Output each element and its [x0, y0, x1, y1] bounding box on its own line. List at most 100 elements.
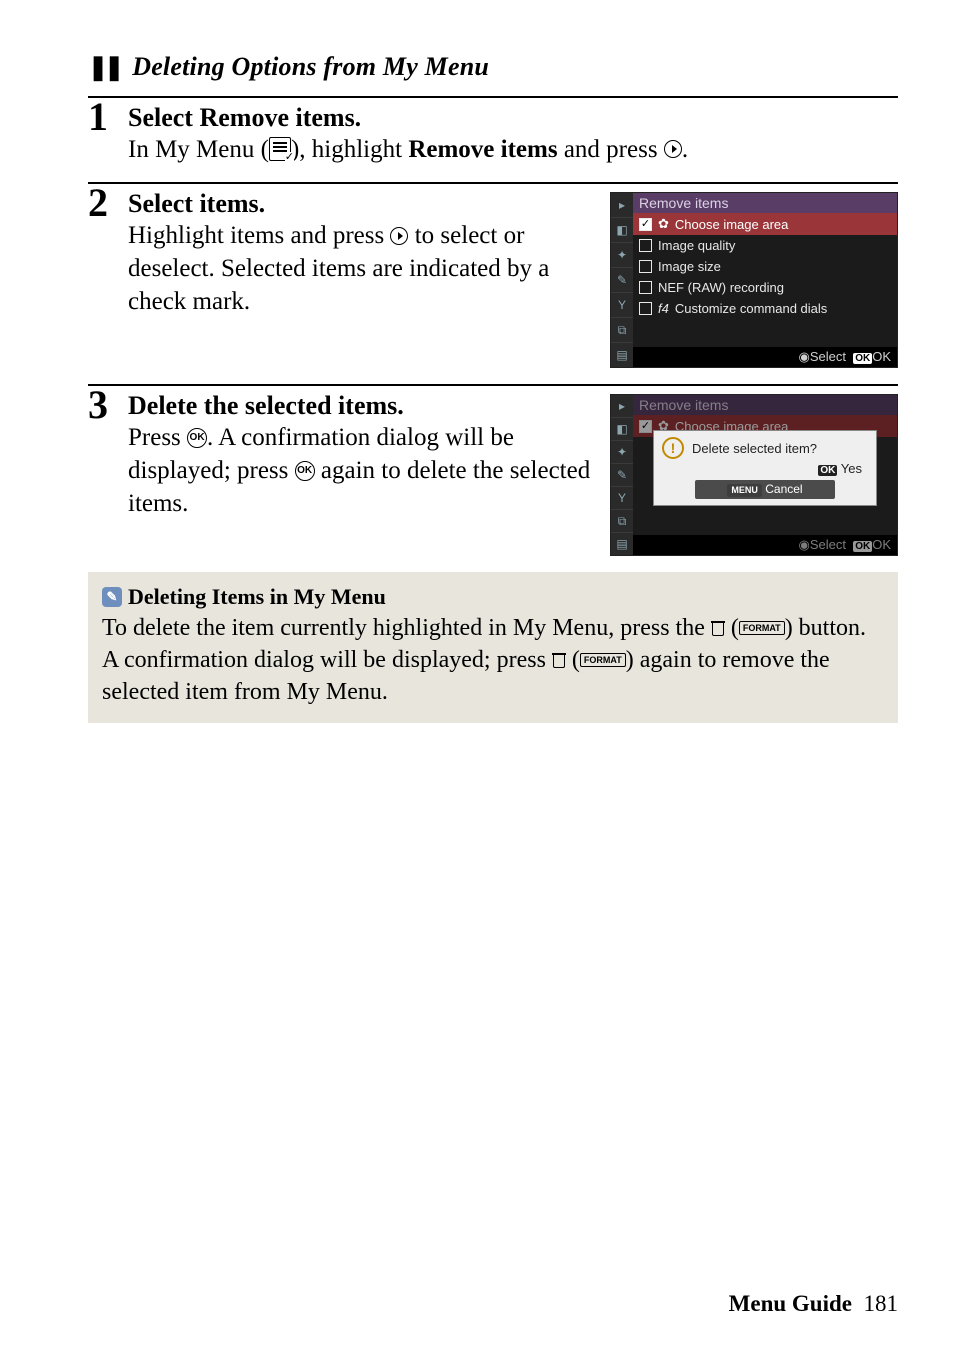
tab-icon: ✎ — [611, 268, 633, 293]
cam-menu-footer: ◉Select OKOK — [633, 535, 897, 555]
tab-icon: Y — [611, 293, 633, 318]
selector-ring-icon: ◉ — [798, 349, 809, 365]
right-selector-icon — [390, 227, 408, 245]
right-selector-icon — [664, 140, 682, 158]
camera-tab-strip: ▸ ◧ ✦ ✎ Y ⧉ ▤ — [611, 193, 633, 367]
step-2-body-p1: Highlight items and press — [128, 222, 390, 249]
confirm-dialog: ! Delete selected item? OK Yes MENU Canc… — [653, 430, 877, 506]
dialog-cancel-button: MENU Cancel — [695, 480, 835, 499]
tab-icon: ✎ — [611, 464, 633, 487]
step-3-number: 3 — [88, 386, 114, 552]
checkbox-checked-icon: ✓ — [639, 218, 652, 231]
trash-icon — [711, 620, 725, 636]
tab-icon: ◧ — [611, 218, 633, 243]
page-footer: Menu Guide 181 — [729, 1291, 898, 1317]
step-2-title: Select items. — [128, 188, 592, 219]
ok-badge-icon: OK — [818, 465, 837, 476]
dialog-yes-row: OK Yes — [662, 461, 868, 476]
cam-item: f4 Customize command dials — [633, 298, 897, 319]
tab-icon: ▤ — [611, 343, 633, 367]
tab-icon: ◧ — [611, 418, 633, 441]
bullet-icon: ❚❚ — [88, 53, 120, 82]
step-1-body-bold: Remove items — [408, 136, 557, 163]
footer-select-label: Select — [810, 349, 846, 364]
ok-button-icon: OK — [295, 461, 315, 481]
tab-icon: ✦ — [611, 441, 633, 464]
checkbox-empty-icon — [639, 281, 652, 294]
note-title: ✎ Deleting Items in My Menu — [102, 582, 884, 611]
checkbox-empty-icon — [639, 302, 652, 315]
footer-page-number: 181 — [864, 1291, 899, 1316]
cam-menu-header: Remove items — [633, 395, 897, 415]
step-1-body-p2: ), highlight — [291, 136, 408, 163]
step-1-title: Select Remove items. — [128, 102, 898, 133]
section-title: ❚❚ Deleting Options from My Menu — [88, 52, 898, 82]
step-3-body-p1: Press — [128, 424, 187, 451]
ok-badge-icon: OK — [853, 541, 872, 552]
step-1-title-bold: Remove items. — [199, 103, 361, 132]
step-1-body-p3: and press — [558, 136, 664, 163]
tab-icon: ⧉ — [611, 318, 633, 343]
cam-item: ✓ ✿ Choose image area — [633, 213, 897, 235]
tab-icon: ▸ — [611, 193, 633, 218]
step-1-number: 1 — [88, 98, 114, 162]
step-2: 2 Select items. Highlight items and pres… — [88, 182, 898, 368]
selector-ring-icon: ◉ — [798, 537, 809, 553]
note-title-text: Deleting Items in My Menu — [128, 582, 386, 611]
note-body-p1: To delete the item currently highlighted… — [102, 615, 711, 641]
section-title-text: Deleting Options from My Menu — [132, 52, 489, 82]
pencil-icon: ✎ — [102, 587, 122, 607]
cam-menu-footer: ◉Select OKOK — [633, 347, 897, 367]
ok-badge-icon: OK — [853, 353, 872, 364]
cam-item: NEF (RAW) recording — [633, 277, 897, 298]
footer-select-label: Select — [810, 537, 846, 552]
format-icon: FORMAT — [580, 653, 626, 667]
my-menu-icon — [269, 137, 291, 161]
step-2-number: 2 — [88, 184, 114, 364]
checkbox-empty-icon — [639, 260, 652, 273]
step-1: 1 Select Remove items. In My Menu ( ), hi… — [88, 96, 898, 166]
dialog-yes-label: Yes — [841, 461, 862, 476]
cam-item: Image quality — [633, 235, 897, 256]
item-label: NEF (RAW) recording — [658, 280, 784, 295]
note-body: To delete the item currently highlighted… — [102, 613, 884, 709]
item-label: Choose image area — [675, 217, 788, 232]
item-icon: f4 — [658, 301, 669, 316]
step-3: 3 Delete the selected items. Press OK. A… — [88, 384, 898, 556]
tab-icon: ⧉ — [611, 510, 633, 533]
step-2-body: Highlight items and press to select or d… — [128, 219, 592, 318]
item-icon: ✿ — [658, 216, 669, 232]
cam-menu-header: Remove items — [633, 193, 897, 213]
step-1-body-p1: In My Menu ( — [128, 136, 269, 163]
tab-icon: ✦ — [611, 243, 633, 268]
dialog-cancel-label: Cancel — [765, 482, 802, 496]
cam-item: Image size — [633, 256, 897, 277]
warning-icon: ! — [662, 437, 684, 459]
step-2-screenshot: ▸ ◧ ✦ ✎ Y ⧉ ▤ Remove items — [610, 192, 898, 368]
note-box: ✎ Deleting Items in My Menu To delete th… — [88, 572, 898, 723]
dialog-message-text: Delete selected item? — [692, 441, 817, 456]
note-body-p4: ( — [566, 647, 580, 673]
dialog-message: ! Delete selected item? — [662, 437, 868, 459]
step-1-title-prefix: Select — [128, 103, 199, 132]
camera-tab-strip: ▸ ◧ ✦ ✎ Y ⧉ ▤ — [611, 395, 633, 555]
item-label: Image size — [658, 259, 721, 274]
footer-label: Menu Guide — [729, 1291, 852, 1316]
step-1-body: In My Menu ( ), highlight Remove items an… — [128, 133, 898, 166]
item-label: Image quality — [658, 238, 735, 253]
menu-badge-icon: MENU — [727, 484, 762, 497]
tab-icon: ▸ — [611, 395, 633, 418]
step-1-body-p4: . — [682, 136, 688, 163]
tab-icon: ▤ — [611, 533, 633, 555]
trash-icon — [552, 652, 566, 668]
step-3-title: Delete the selected items. — [128, 390, 592, 421]
step-3-screenshot: ▸ ◧ ✦ ✎ Y ⧉ ▤ Remove items — [610, 394, 898, 556]
footer-ok-label: OK — [872, 537, 891, 552]
note-body-p2: ( — [725, 615, 739, 641]
checkbox-checked-icon: ✓ — [639, 420, 652, 433]
step-3-body: Press OK. A confirmation dialog will be … — [128, 421, 592, 520]
cam-menu-list: ✓ ✿ Choose image area Image quality — [633, 213, 897, 347]
item-label: Customize command dials — [675, 301, 827, 316]
tab-icon: Y — [611, 487, 633, 510]
footer-ok-label: OK — [872, 349, 891, 364]
